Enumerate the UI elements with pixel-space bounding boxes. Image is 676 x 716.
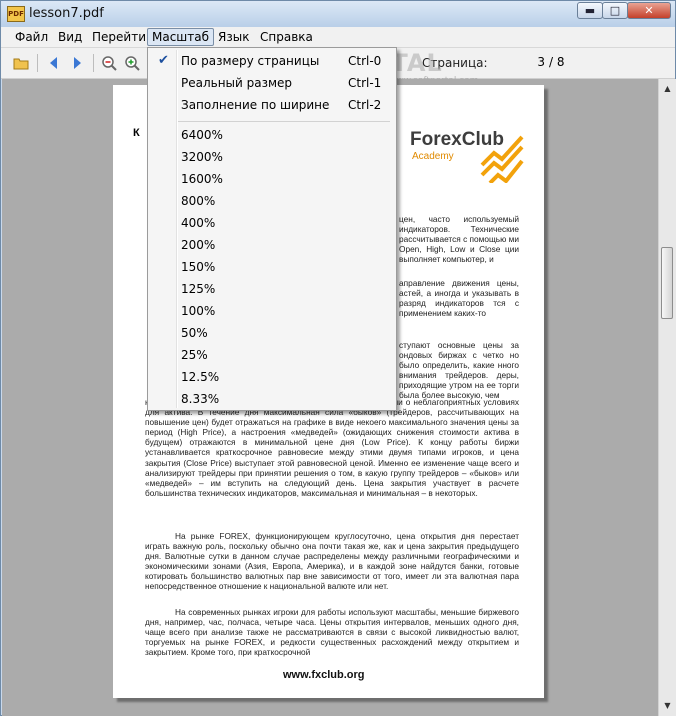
menu-item-fit-page[interactable]: ✔ По размеру страницы Ctrl-0 bbox=[150, 50, 394, 72]
checkmark-icon: ✔ bbox=[158, 53, 169, 68]
close-button[interactable]: ✕ bbox=[627, 2, 671, 19]
menu-item-zoom-level[interactable]: 150% bbox=[150, 256, 394, 278]
app-window: PDF lesson7.pdf ▬ □ ✕ Файл Вид Перейти М… bbox=[0, 0, 676, 716]
zoom-level-label: 1600% bbox=[181, 172, 223, 186]
menu-item-actual-size[interactable]: Реальный размер Ctrl-1 bbox=[150, 72, 394, 94]
open-folder-icon[interactable] bbox=[13, 55, 29, 71]
scroll-up-icon[interactable]: ▲ bbox=[661, 82, 674, 95]
menu-item-zoom-level[interactable]: 6400% bbox=[150, 124, 394, 146]
lead-letter: К bbox=[133, 127, 140, 139]
zoom-in-icon[interactable] bbox=[124, 55, 140, 71]
menu-item-zoom-level[interactable]: 100% bbox=[150, 300, 394, 322]
footer-url: www.fxclub.org bbox=[283, 669, 365, 681]
menu-file[interactable]: Файл bbox=[11, 29, 52, 45]
scroll-down-icon[interactable]: ▼ bbox=[661, 699, 674, 712]
zoom-level-label: 50% bbox=[181, 326, 208, 340]
menu-item-zoom-level[interactable]: 400% bbox=[150, 212, 394, 234]
forward-arrow-icon[interactable] bbox=[69, 55, 85, 71]
menu-language[interactable]: Язык bbox=[214, 29, 253, 45]
menu-item-label: Реальный размер bbox=[181, 76, 293, 90]
zoom-level-label: 200% bbox=[181, 238, 216, 252]
zoom-level-label: 3200% bbox=[181, 150, 223, 164]
paragraph-3: На современных рынках игроки для работы … bbox=[145, 607, 519, 658]
zoom-dropdown-menu: ✔ По размеру страницы Ctrl-0 Реальный ра… bbox=[147, 47, 397, 411]
page-number-input[interactable]: 3 bbox=[521, 55, 545, 69]
paragraph-right-2: аправление движения цены, астей, а иногд… bbox=[399, 278, 519, 319]
menu-bar: Файл Вид Перейти Масштаб Язык Справка bbox=[1, 27, 675, 48]
menu-item-label: Заполнение по ширине bbox=[181, 98, 330, 112]
menu-item-shortcut: Ctrl-2 bbox=[348, 98, 382, 112]
toolbar-separator bbox=[93, 54, 94, 72]
zoom-level-label: 25% bbox=[181, 348, 208, 362]
paragraph-2: На рынке FOREX, функционирующем круглосу… bbox=[145, 531, 519, 592]
menu-item-fit-width[interactable]: Заполнение по ширине Ctrl-2 bbox=[150, 94, 394, 116]
minimize-button[interactable]: ▬ bbox=[577, 2, 603, 19]
scrollbar-thumb[interactable] bbox=[661, 247, 673, 319]
zoom-level-label: 150% bbox=[181, 260, 216, 274]
zoom-out-icon[interactable] bbox=[101, 55, 117, 71]
menu-item-zoom-level[interactable]: 200% bbox=[150, 234, 394, 256]
menu-item-zoom-level[interactable]: 12.5% bbox=[150, 366, 394, 388]
menu-item-zoom-level[interactable]: 125% bbox=[150, 278, 394, 300]
menu-item-zoom-level[interactable]: 50% bbox=[150, 322, 394, 344]
menu-item-label: По размеру страницы bbox=[181, 54, 320, 68]
zoom-level-label: 400% bbox=[181, 216, 216, 230]
menu-item-zoom-level[interactable]: 25% bbox=[150, 344, 394, 366]
menu-go[interactable]: Перейти bbox=[88, 29, 150, 45]
zoom-level-label: 100% bbox=[181, 304, 216, 318]
forexclub-logo: ForexClub Academy bbox=[410, 125, 524, 183]
window-title: lesson7.pdf bbox=[29, 6, 104, 21]
zoom-level-label: 125% bbox=[181, 282, 216, 296]
zoom-level-label: 8.33% bbox=[181, 392, 220, 406]
menu-zoom[interactable]: Масштаб bbox=[147, 28, 215, 46]
menu-item-shortcut: Ctrl-0 bbox=[348, 54, 382, 68]
menu-separator bbox=[178, 121, 390, 122]
menu-item-zoom-level[interactable]: 3200% bbox=[150, 146, 394, 168]
zoom-level-label: 6400% bbox=[181, 128, 223, 142]
menu-item-shortcut: Ctrl-1 bbox=[348, 76, 382, 90]
pdf-app-icon: PDF bbox=[7, 6, 25, 22]
back-arrow-icon[interactable] bbox=[46, 55, 62, 71]
menu-item-zoom-level[interactable]: 8.33% bbox=[150, 388, 394, 410]
menu-view[interactable]: Вид bbox=[54, 29, 86, 45]
title-bar[interactable]: PDF lesson7.pdf ▬ □ ✕ bbox=[1, 1, 675, 27]
zoom-level-label: 800% bbox=[181, 194, 216, 208]
menu-help[interactable]: Справка bbox=[256, 29, 317, 45]
zoom-level-label: 12.5% bbox=[181, 370, 220, 384]
paragraph-right-1: цен, часто используемый индикаторов. Тех… bbox=[399, 214, 519, 265]
menu-item-zoom-level[interactable]: 800% bbox=[150, 190, 394, 212]
paragraph-1: наоборот, более низкую цену – в силу поя… bbox=[145, 397, 519, 498]
toolbar-separator bbox=[37, 54, 38, 72]
logo-stripes-icon bbox=[480, 135, 524, 183]
paragraph-right-3: ступают основные цены за ондовых биржах … bbox=[399, 340, 519, 401]
logo-subtitle: Academy bbox=[412, 151, 454, 162]
vertical-scrollbar[interactable]: ▲ ▼ bbox=[658, 79, 676, 716]
page-total: / 8 bbox=[549, 55, 565, 69]
menu-item-zoom-level[interactable]: 1600% bbox=[150, 168, 394, 190]
maximize-button[interactable]: □ bbox=[602, 2, 628, 19]
